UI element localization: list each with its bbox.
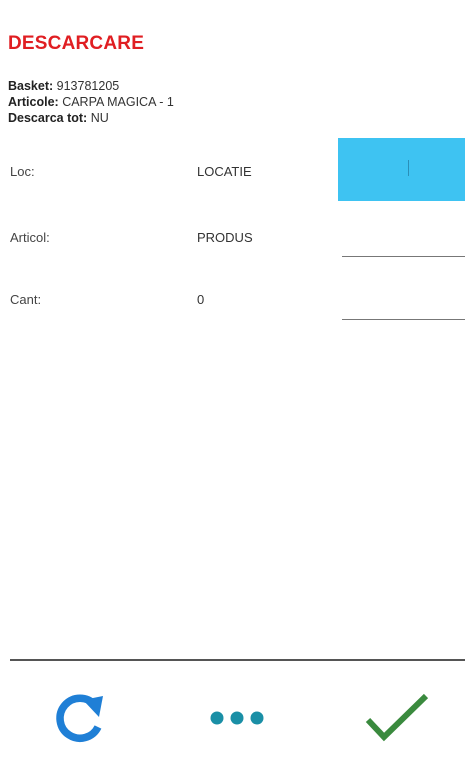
confirm-button[interactable] [357, 683, 437, 753]
loc-input[interactable] [338, 138, 465, 201]
basket-value: 913781205 [56, 79, 120, 93]
app-screen: DESCARCARE Basket: 913781205 Articole: C… [0, 0, 465, 765]
articole-value: CARPA MAGICA - 1 [62, 95, 174, 109]
basket-info: Basket: 913781205 Articole: CARPA MAGICA… [8, 78, 174, 126]
basket-row: Basket: 913781205 [8, 78, 174, 94]
check-icon [362, 690, 432, 746]
form-row-articol: Articol: PRODUS [0, 205, 465, 265]
cant-label: Cant: [10, 292, 42, 307]
cant-value: 0 [197, 292, 205, 307]
page-title: DESCARCARE [8, 33, 145, 54]
form-row-loc: Loc: LOCATIE [0, 138, 465, 201]
descarca-tot-label: Descarca tot: [8, 111, 88, 125]
bottom-action-bar [0, 661, 465, 765]
articol-value: PRODUS [197, 230, 253, 245]
cant-input[interactable] [342, 279, 465, 320]
more-options-button[interactable] [198, 683, 278, 753]
basket-label: Basket: [8, 79, 54, 93]
loc-value: LOCATIE [197, 164, 252, 179]
articole-label: Articole: [8, 95, 59, 109]
more-horizontal-icon [203, 708, 273, 728]
form-row-cant: Cant: 0 [0, 267, 465, 327]
text-cursor [408, 160, 409, 176]
articol-input[interactable] [342, 216, 465, 257]
descarca-tot-value: NU [90, 111, 109, 125]
loc-label: Loc: [10, 164, 35, 179]
articole-row: Articole: CARPA MAGICA - 1 [8, 94, 174, 110]
descarca-tot-row: Descarca tot: NU [8, 110, 174, 126]
articol-label: Articol: [10, 230, 50, 245]
refresh-button[interactable] [40, 683, 120, 753]
refresh-icon [49, 687, 111, 749]
